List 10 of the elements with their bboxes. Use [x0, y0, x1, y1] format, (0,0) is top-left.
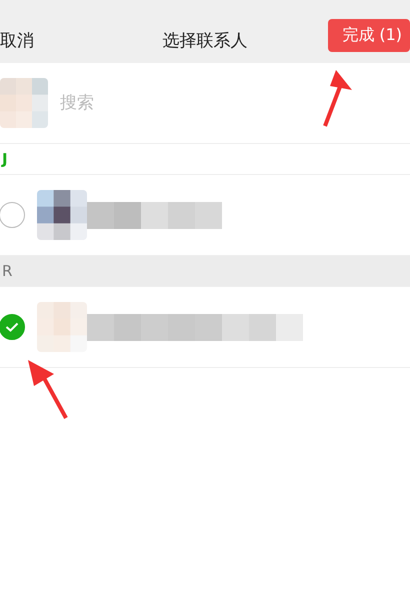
- arrow-annotation: [322, 70, 354, 128]
- checked-icon[interactable]: [0, 314, 25, 340]
- index-letter: J: [0, 150, 8, 168]
- screen-title: 选择联系人: [162, 30, 248, 52]
- cancel-button[interactable]: 取消: [0, 29, 34, 52]
- arrow-annotation: [28, 360, 70, 420]
- index-letter: R: [1, 262, 12, 280]
- radio-circle[interactable]: [0, 202, 25, 228]
- done-button[interactable]: 完成 (1): [328, 19, 410, 52]
- search-field[interactable]: 搜索: [58, 92, 262, 114]
